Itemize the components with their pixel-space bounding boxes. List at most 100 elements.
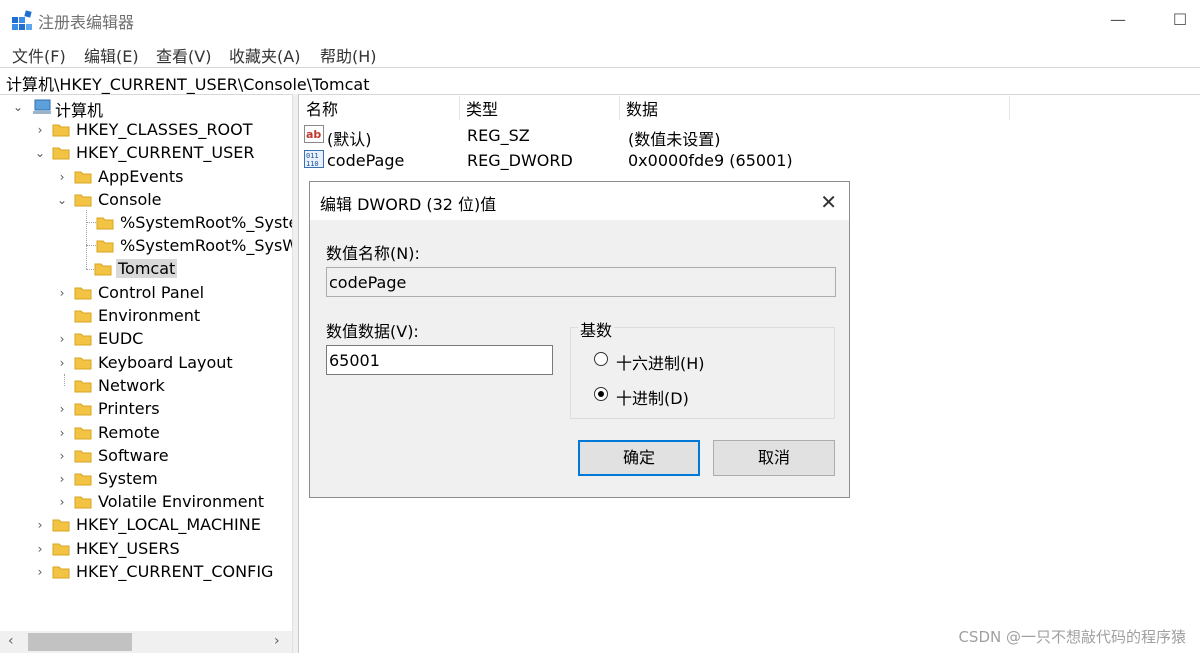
chevron-down-icon[interactable]: ⌄ bbox=[54, 192, 70, 208]
radio-hexadecimal[interactable]: 十六进制(H) bbox=[594, 350, 794, 373]
folder-icon bbox=[74, 496, 92, 509]
tree-item-hkcr[interactable]: › HKEY_CLASSES_ROOT bbox=[32, 119, 290, 142]
address-bar[interactable]: 计算机\HKEY_CURRENT_USER\Console\Tomcat bbox=[0, 67, 1200, 95]
chevron-down-icon[interactable]: ⌄ bbox=[32, 145, 48, 161]
menu-view[interactable]: 查看(V) bbox=[156, 43, 211, 67]
ok-button[interactable]: 确定 bbox=[578, 440, 700, 476]
tree-item-appevents[interactable]: › AppEvents bbox=[54, 166, 290, 189]
column-header-name[interactable]: 名称 bbox=[300, 96, 460, 120]
chevron-right-icon[interactable]: › bbox=[54, 425, 70, 441]
list-row[interactable]: 011 110 codePage REG_DWORD 0x0000fde9 (6… bbox=[300, 147, 1200, 172]
registry-editor-icon bbox=[12, 10, 32, 30]
radio-checked-icon[interactable] bbox=[594, 387, 608, 401]
tree-item-console-system32[interactable]: %SystemRoot%_Syster bbox=[76, 212, 292, 235]
value-name-field[interactable]: codePage bbox=[326, 267, 836, 297]
menu-help[interactable]: 帮助(H) bbox=[320, 43, 377, 67]
tree-item-label: Control Panel bbox=[98, 283, 205, 302]
chevron-right-icon[interactable]: › bbox=[54, 471, 70, 487]
folder-icon bbox=[52, 543, 70, 556]
tree-item-eudc[interactable]: › EUDC bbox=[54, 328, 290, 351]
folder-icon bbox=[52, 519, 70, 532]
tree-item-hkcc[interactable]: › HKEY_CURRENT_CONFIG bbox=[32, 561, 290, 584]
tree-item-label: Network bbox=[98, 376, 165, 395]
chevron-right-icon[interactable]: › bbox=[54, 448, 70, 464]
tree-item-label: EUDC bbox=[98, 329, 144, 348]
tree-item-system[interactable]: › System bbox=[54, 468, 290, 491]
folder-icon bbox=[52, 147, 70, 160]
chevron-right-icon[interactable]: › bbox=[54, 285, 70, 301]
radio-label: 十进制(D) bbox=[616, 389, 689, 408]
chevron-right-icon[interactable]: › bbox=[54, 401, 70, 417]
tree-item-remote[interactable]: › Remote bbox=[54, 422, 290, 445]
chevron-right-icon[interactable]: › bbox=[32, 564, 48, 580]
chevron-right-icon[interactable]: › bbox=[32, 541, 48, 557]
tree-item-label: HKEY_CURRENT_USER bbox=[76, 143, 255, 162]
tree-item-label: Volatile Environment bbox=[98, 492, 264, 511]
watermark-text: CSDN @一只不想敲代码的程序猿 bbox=[958, 628, 1186, 646]
tree-item-hklm[interactable]: › HKEY_LOCAL_MACHINE bbox=[32, 514, 290, 537]
tree-item-label: 计算机 bbox=[55, 101, 104, 120]
tree-item-hkcu[interactable]: ⌄ HKEY_CURRENT_USER bbox=[32, 142, 290, 165]
binary-value-icon: 011 110 bbox=[304, 150, 324, 168]
folder-icon bbox=[74, 171, 92, 184]
scroll-left-icon[interactable]: ‹ bbox=[8, 633, 14, 649]
base-group-label: 基数 bbox=[578, 317, 615, 341]
scroll-right-icon[interactable]: › bbox=[274, 633, 280, 649]
tree-item-software[interactable]: › Software bbox=[54, 445, 290, 468]
tree-horizontal-scrollbar[interactable]: ‹ › bbox=[0, 631, 292, 653]
column-header-type[interactable]: 类型 bbox=[460, 96, 620, 120]
tree-item-label: Remote bbox=[98, 423, 160, 442]
computer-icon bbox=[33, 99, 51, 114]
menu-favorites[interactable]: 收藏夹(A) bbox=[229, 43, 300, 67]
chevron-right-icon[interactable]: › bbox=[32, 517, 48, 533]
value-name: codePage bbox=[327, 151, 405, 170]
tree-item-environment[interactable]: Environment bbox=[54, 305, 290, 328]
folder-icon bbox=[74, 380, 92, 393]
string-value-icon: ab bbox=[304, 125, 324, 143]
minimize-button[interactable]: — bbox=[1108, 10, 1128, 30]
tree-item-label: Console bbox=[98, 190, 162, 209]
scrollbar-thumb[interactable] bbox=[28, 633, 132, 651]
tree-item-keyboard-layout[interactable]: › Keyboard Layout bbox=[54, 352, 290, 375]
cancel-button[interactable]: 取消 bbox=[713, 440, 835, 476]
chevron-right-icon[interactable]: › bbox=[54, 355, 70, 371]
folder-icon bbox=[74, 450, 92, 463]
chevron-right-icon[interactable]: › bbox=[54, 331, 70, 347]
tree-item-volatile-environment[interactable]: › Volatile Environment bbox=[54, 491, 290, 514]
value-data-field[interactable]: 65001 bbox=[326, 345, 553, 375]
tree-item-computer[interactable]: ⌄ 计算机 bbox=[10, 96, 290, 120]
tree-item-network[interactable]: Network bbox=[54, 375, 290, 398]
column-header-data[interactable]: 数据 bbox=[620, 96, 1010, 120]
radio-circle-icon[interactable] bbox=[594, 352, 608, 366]
value-data-label: 数值数据(V): bbox=[326, 322, 419, 341]
folder-icon bbox=[74, 194, 92, 207]
tree-item-printers[interactable]: › Printers bbox=[54, 398, 290, 421]
tree-item-hku[interactable]: › HKEY_USERS bbox=[32, 538, 290, 561]
menu-file[interactable]: 文件(F) bbox=[12, 43, 66, 67]
list-row[interactable]: ab (默认) REG_SZ (数值未设置) bbox=[300, 122, 1200, 149]
folder-icon bbox=[94, 263, 112, 276]
value-name-label: 数值名称(N): bbox=[326, 244, 420, 263]
tree-item-console-syswow64[interactable]: %SystemRoot%_SysW( bbox=[76, 235, 292, 258]
tree-item-control-panel[interactable]: › Control Panel bbox=[54, 282, 290, 305]
chevron-right-icon[interactable]: › bbox=[54, 169, 70, 185]
close-icon[interactable]: ✕ bbox=[820, 190, 837, 214]
chevron-right-icon[interactable]: › bbox=[54, 494, 70, 510]
tree-item-tomcat[interactable]: Tomcat bbox=[76, 258, 290, 281]
radio-decimal[interactable]: 十进制(D) bbox=[594, 385, 794, 408]
tree-item-console[interactable]: ⌄ Console bbox=[54, 189, 290, 212]
tree-item-label: System bbox=[98, 469, 158, 488]
address-path[interactable]: 计算机\HKEY_CURRENT_USER\Console\Tomcat bbox=[6, 71, 369, 95]
pane-splitter[interactable] bbox=[292, 94, 299, 653]
value-data: 0x0000fde9 (65001) bbox=[628, 151, 793, 170]
chevron-right-icon[interactable]: › bbox=[32, 122, 48, 138]
tree-item-label: HKEY_LOCAL_MACHINE bbox=[76, 515, 261, 534]
maximize-button[interactable]: ☐ bbox=[1170, 10, 1190, 30]
tree-item-label: Keyboard Layout bbox=[98, 353, 233, 372]
folder-icon bbox=[74, 333, 92, 346]
tree-item-label: Environment bbox=[98, 306, 201, 325]
window-title: 注册表编辑器 bbox=[38, 13, 135, 32]
tree-item-label: Software bbox=[98, 446, 169, 465]
menu-edit[interactable]: 编辑(E) bbox=[84, 43, 139, 67]
chevron-down-icon[interactable]: ⌄ bbox=[10, 99, 26, 115]
